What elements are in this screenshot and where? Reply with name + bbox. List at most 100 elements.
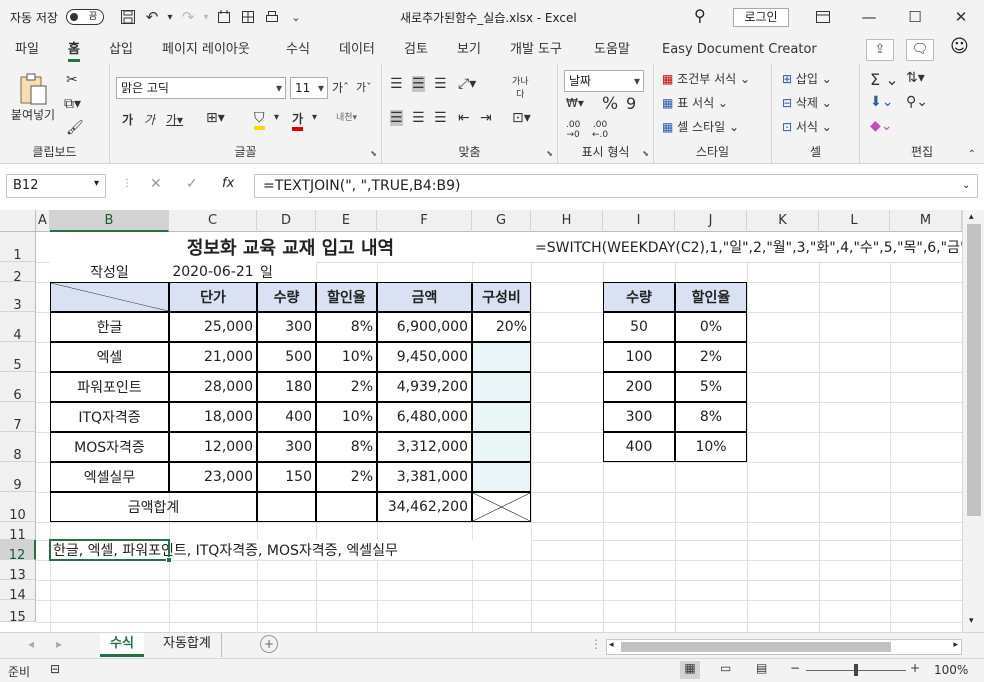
row-header-2[interactable]: 2 bbox=[0, 262, 36, 285]
cell-styles-button[interactable]: ▦ 셀 스타일 ⌄ bbox=[662, 118, 739, 135]
sort-filter-icon[interactable]: ⇅▾ bbox=[906, 70, 925, 86]
column-header-k[interactable]: K bbox=[747, 210, 819, 232]
decrease-decimal-icon[interactable]: .00 ←.0 bbox=[592, 120, 608, 140]
find-select-icon[interactable]: ⚲⌄ bbox=[906, 94, 928, 110]
row-header-13[interactable]: 13 bbox=[0, 560, 36, 583]
item-share[interactable] bbox=[472, 462, 531, 492]
cut-icon[interactable]: ✂ bbox=[66, 72, 78, 88]
item-amount[interactable]: 6,480,000 bbox=[377, 402, 472, 432]
align-top-icon[interactable]: ☰ bbox=[390, 76, 403, 92]
underline-icon[interactable]: 가▾ bbox=[166, 111, 183, 128]
item-qty[interactable]: 300 bbox=[257, 432, 316, 462]
macro-record-icon[interactable]: ⊟ bbox=[50, 662, 60, 676]
column-header-j[interactable]: J bbox=[675, 210, 747, 232]
item-rate[interactable]: 8% bbox=[316, 432, 377, 462]
total-amount[interactable]: 34,462,200 bbox=[377, 492, 472, 522]
row-header-1[interactable]: 1 bbox=[0, 232, 36, 263]
scroll-right-icon[interactable]: ▸ bbox=[953, 640, 958, 650]
align-right-icon[interactable]: ☰ bbox=[434, 110, 447, 126]
tab-view[interactable]: 보기 bbox=[457, 40, 481, 62]
fill-icon[interactable]: ⬇⌄ bbox=[870, 94, 893, 110]
column-header-g[interactable]: G bbox=[472, 210, 531, 232]
sheet-title[interactable]: 정보화 교육 교재 입고 내역 bbox=[50, 232, 531, 262]
prev-sheet-icon[interactable]: ◂ bbox=[28, 637, 34, 651]
zoom-slider-thumb[interactable] bbox=[854, 664, 858, 676]
item-name[interactable]: MOS자격증 bbox=[50, 432, 169, 462]
row-header-8[interactable]: 8 bbox=[0, 432, 36, 463]
share-icon[interactable]: ⇪ bbox=[866, 39, 894, 61]
lookup-rate[interactable]: 5% bbox=[675, 372, 747, 402]
formula-bar-grip-icon[interactable]: ⋮ bbox=[122, 178, 132, 189]
column-header-c[interactable]: C bbox=[169, 210, 257, 232]
percent-icon[interactable]: % bbox=[602, 94, 618, 114]
row-header-11[interactable]: 11 bbox=[0, 522, 36, 543]
font-dialog-launcher-icon[interactable]: ⬊ bbox=[370, 149, 377, 158]
item-amount[interactable]: 3,381,000 bbox=[377, 462, 472, 492]
bold-icon[interactable]: 가 bbox=[122, 111, 133, 128]
item-rate[interactable]: 10% bbox=[316, 342, 377, 372]
search-icon[interactable]: ⚲ bbox=[694, 6, 706, 25]
insert-function-icon[interactable]: fx bbox=[222, 176, 234, 191]
item-rate[interactable]: 2% bbox=[316, 462, 377, 492]
autosave-toggle[interactable]: 끔 bbox=[65, 9, 104, 25]
horizontal-scrollbar[interactable]: ◂ ▸ bbox=[606, 639, 962, 655]
item-amount[interactable]: 3,312,000 bbox=[377, 432, 472, 462]
item-name[interactable]: 엑셀실무 bbox=[50, 462, 169, 492]
item-qty[interactable]: 300 bbox=[257, 312, 316, 342]
item-price[interactable]: 12,000 bbox=[169, 432, 257, 462]
fill-handle[interactable] bbox=[166, 557, 172, 563]
zoom-level[interactable]: 100% bbox=[934, 663, 968, 677]
increase-indent-icon[interactable]: ⇥ bbox=[480, 110, 492, 126]
fill-color-icon[interactable]: ⛉ bbox=[254, 110, 265, 130]
hscroll-grip-icon[interactable]: ⋮ bbox=[590, 637, 602, 651]
created-label[interactable]: 작성일 bbox=[50, 262, 169, 282]
undo-dropdown-icon[interactable]: ▾ bbox=[164, 5, 176, 29]
item-qty[interactable]: 180 bbox=[257, 372, 316, 402]
font-color-icon[interactable]: 가 bbox=[292, 110, 304, 131]
column-header-b[interactable]: B bbox=[50, 210, 169, 232]
select-all-corner[interactable] bbox=[0, 210, 36, 232]
row-header-15[interactable]: 15 bbox=[0, 600, 36, 625]
sheet-tab-autosum[interactable]: 자동합계 bbox=[153, 633, 222, 657]
align-center-icon[interactable]: ☰ bbox=[412, 110, 425, 126]
item-qty[interactable]: 500 bbox=[257, 342, 316, 372]
save-icon[interactable] bbox=[116, 5, 140, 29]
item-share[interactable] bbox=[472, 402, 531, 432]
column-header-m[interactable]: M bbox=[890, 210, 962, 232]
column-header-h[interactable]: H bbox=[531, 210, 603, 232]
item-share[interactable] bbox=[472, 432, 531, 462]
paste-button[interactable]: 붙여넣기 bbox=[8, 72, 58, 123]
h1-formula-text[interactable]: =SWITCH(WEEKDAY(C2),1,"일",2,"월",3,"화",4,… bbox=[531, 232, 984, 262]
row-header-4[interactable]: 4 bbox=[0, 312, 36, 343]
comments-icon[interactable]: 🗨 bbox=[906, 39, 934, 61]
tab-easy-document-creator[interactable]: Easy Document Creator bbox=[662, 40, 817, 62]
tab-insert[interactable]: 삽입 bbox=[109, 40, 133, 62]
row-header-10[interactable]: 10 bbox=[0, 492, 36, 523]
customize-qat-icon[interactable]: ⌄ bbox=[284, 5, 308, 29]
vscroll-thumb[interactable] bbox=[967, 224, 981, 516]
lookup-qty[interactable]: 300 bbox=[603, 402, 675, 432]
created-day[interactable]: 일 bbox=[257, 262, 316, 282]
grid-view-icon[interactable] bbox=[236, 5, 260, 29]
lookup-qty[interactable]: 400 bbox=[603, 432, 675, 462]
maximize-icon[interactable]: ☐ bbox=[892, 0, 938, 34]
worksheet-grid[interactable]: A B C D E F G H I J K L M 1 2 3 4 5 6 7 8 9 10 11 12 13 14 15 정보화 교육… bbox=[0, 210, 984, 632]
new-icon[interactable] bbox=[212, 5, 236, 29]
tab-home[interactable]: 홈 bbox=[68, 40, 80, 62]
item-amount[interactable]: 6,900,000 bbox=[377, 312, 472, 342]
format-cells-button[interactable]: ⊡ 서식 ⌄ bbox=[782, 118, 832, 135]
scroll-down-icon[interactable]: ▾ bbox=[969, 616, 974, 626]
header-share[interactable]: 구성비 bbox=[472, 282, 531, 312]
fill-color-dropdown-icon[interactable]: ▾ bbox=[274, 112, 279, 123]
alignment-dialog-launcher-icon[interactable]: ⬊ bbox=[546, 149, 553, 158]
row-header-7[interactable]: 7 bbox=[0, 402, 36, 433]
align-left-icon[interactable]: ☰ bbox=[390, 110, 403, 126]
zoom-out-icon[interactable]: − bbox=[790, 661, 800, 675]
tab-developer[interactable]: 개발 도구 bbox=[510, 40, 562, 62]
delete-cells-button[interactable]: ⊟ 삭제 ⌄ bbox=[782, 94, 832, 111]
item-rate[interactable]: 10% bbox=[316, 402, 377, 432]
smiley-icon[interactable]: ☺ bbox=[950, 36, 969, 57]
comma-style-icon[interactable]: 9 bbox=[626, 94, 636, 113]
expand-formula-bar-icon[interactable]: ⌄ bbox=[962, 180, 970, 191]
total-share-crossed[interactable] bbox=[472, 492, 531, 522]
